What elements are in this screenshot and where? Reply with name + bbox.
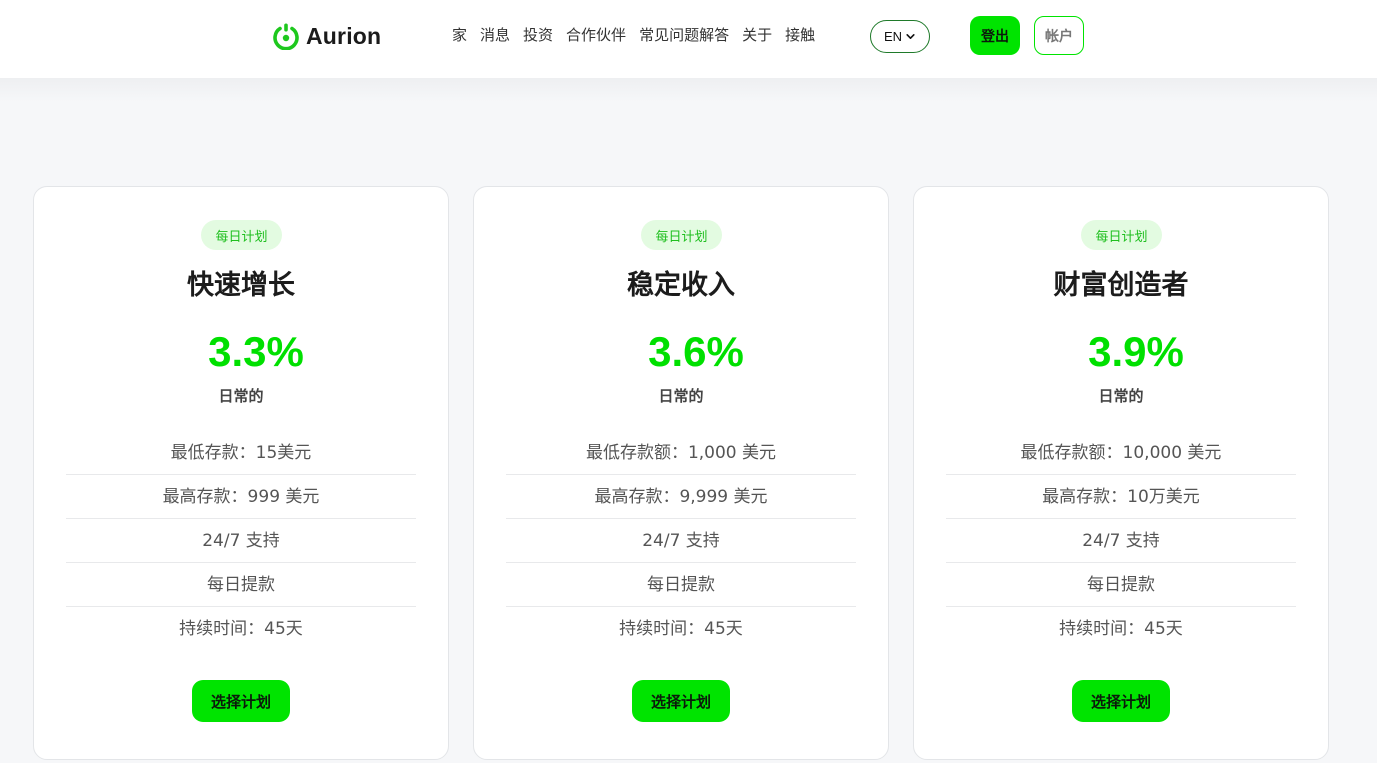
nav-home[interactable]: 家 <box>452 24 467 46</box>
main-nav: 家 消息 投资 合作伙伴 常见问题解答 关于 接触 <box>452 24 815 46</box>
feature-max-deposit: 最高存款：10万美元 <box>946 475 1296 519</box>
account-button[interactable]: 帐户 <box>1034 16 1084 55</box>
plan-features: 最低存款：15美元 最高存款：999 美元 24/7 支持 每日提款 持续时间：… <box>66 431 416 651</box>
nav-about[interactable]: 关于 <box>742 24 772 46</box>
nav-contact[interactable]: 接触 <box>785 24 815 46</box>
language-selector[interactable]: EN <box>870 20 930 53</box>
plan-features: 最低存款额：10,000 美元 最高存款：10万美元 24/7 支持 每日提款 … <box>946 431 1296 651</box>
plan-badge: 每日计划 <box>201 220 282 250</box>
plan-rate: 3.6% <box>648 328 744 375</box>
feature-withdrawal: 每日提款 <box>66 563 416 607</box>
plan-card-fast-growth: 每日计划 快速增长 3.3% 日常的 最低存款：15美元 最高存款：999 美元… <box>33 186 449 760</box>
plan-badge: 每日计划 <box>641 220 722 250</box>
brand-name: Aurion <box>306 22 382 49</box>
plan-card-steady-income: 每日计划 稳定收入 3.6% 日常的 最低存款额：1,000 美元 最高存款：9… <box>473 186 889 760</box>
site-header: Aurion 家 消息 投资 合作伙伴 常见问题解答 关于 接触 EN 登出 帐… <box>0 0 1377 78</box>
plan-card-wealth-creator: 每日计划 财富创造者 3.9% 日常的 最低存款额：10,000 美元 最高存款… <box>913 186 1329 760</box>
chevron-down-icon <box>906 34 915 39</box>
feature-max-deposit: 最高存款：999 美元 <box>66 475 416 519</box>
plan-rate-label: 日常的 <box>1098 387 1144 405</box>
nav-news[interactable]: 消息 <box>480 24 510 46</box>
feature-duration: 持续时间：45天 <box>179 619 303 639</box>
power-logo-icon <box>273 23 299 50</box>
language-label: EN <box>883 29 903 44</box>
feature-min-deposit: 最低存款额：1,000 美元 <box>506 431 856 475</box>
header-divider <box>0 78 1377 102</box>
nav-invest[interactable]: 投资 <box>523 24 553 46</box>
feature-min-deposit: 最低存款：15美元 <box>66 431 416 475</box>
feature-withdrawal: 每日提款 <box>506 563 856 607</box>
feature-duration: 持续时间：45天 <box>619 619 743 639</box>
plan-rate-label: 日常的 <box>218 387 264 405</box>
feature-min-deposit: 最低存款额：10,000 美元 <box>946 431 1296 475</box>
nav-faq[interactable]: 常见问题解答 <box>639 24 729 46</box>
plan-name: 快速增长 <box>187 270 295 301</box>
feature-support: 24/7 支持 <box>506 519 856 563</box>
plan-features: 最低存款额：1,000 美元 最高存款：9,999 美元 24/7 支持 每日提… <box>506 431 856 651</box>
plan-name: 财富创造者 <box>1053 270 1189 301</box>
plan-name: 稳定收入 <box>627 270 735 301</box>
feature-max-deposit: 最高存款：9,999 美元 <box>506 475 856 519</box>
choose-plan-button[interactable]: 选择计划 <box>1072 680 1170 722</box>
nav-partners[interactable]: 合作伙伴 <box>566 24 626 46</box>
plan-rate: 3.3% <box>208 328 304 375</box>
feature-duration: 持续时间：45天 <box>1059 619 1183 639</box>
choose-plan-button[interactable]: 选择计划 <box>192 680 290 722</box>
plan-badge: 每日计划 <box>1081 220 1162 250</box>
plan-rate-label: 日常的 <box>658 387 704 405</box>
brand-logo[interactable]: Aurion <box>272 21 381 51</box>
feature-support: 24/7 支持 <box>66 519 416 563</box>
feature-support: 24/7 支持 <box>946 519 1296 563</box>
logout-button[interactable]: 登出 <box>970 16 1020 55</box>
plan-rate: 3.9% <box>1088 328 1184 375</box>
feature-withdrawal: 每日提款 <box>946 563 1296 607</box>
choose-plan-button[interactable]: 选择计划 <box>632 680 730 722</box>
